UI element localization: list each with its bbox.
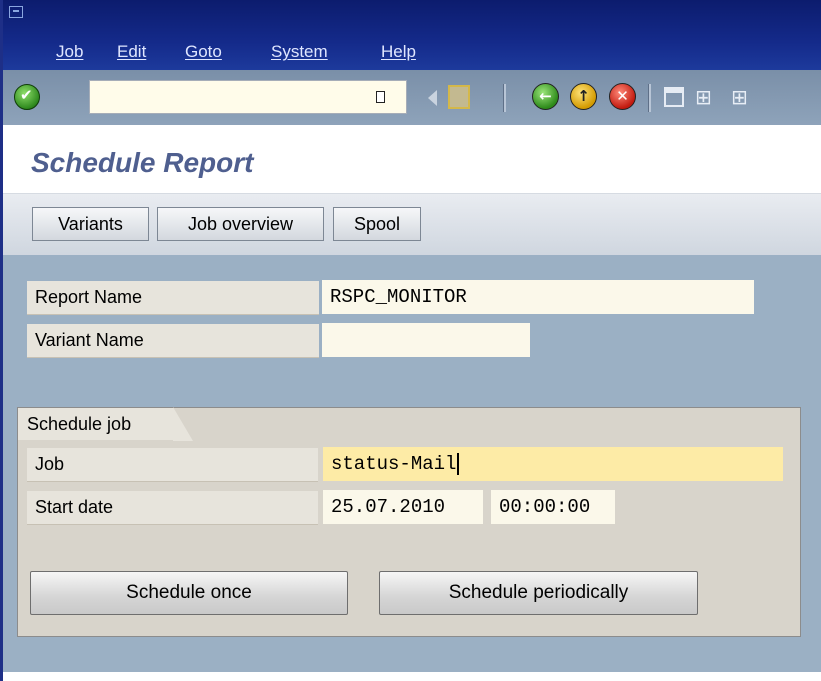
tab-slant: [173, 407, 193, 441]
system-menu-icon[interactable]: [9, 6, 23, 18]
job-label: Job: [27, 448, 318, 482]
job-field-value: status-Mail: [331, 453, 457, 475]
cancel-icon[interactable]: ✕: [609, 83, 636, 110]
spool-button[interactable]: Spool: [333, 207, 421, 241]
start-date-field[interactable]: 25.07.2010: [323, 490, 483, 524]
title-area: Schedule Report: [3, 125, 821, 193]
toolbar-separator: [648, 84, 651, 112]
sap-window: Job Edit Goto System Help ← ↑ ✕ ⊞ ⊞ Sche…: [0, 0, 821, 681]
report-name-field[interactable]: RSPC_MONITOR: [322, 280, 754, 314]
exit-icon[interactable]: ↑: [570, 83, 597, 110]
sap-gui: Job Edit Goto System Help ← ↑ ✕ ⊞ ⊞ Sche…: [3, 0, 821, 672]
schedule-periodically-button[interactable]: Schedule periodically: [379, 571, 698, 615]
enter-icon[interactable]: [14, 84, 40, 110]
schedule-once-button[interactable]: Schedule once: [30, 571, 348, 615]
text-caret: [457, 452, 460, 475]
save-icon[interactable]: [448, 85, 470, 109]
back-triangle-icon[interactable]: [428, 90, 437, 106]
toolbar-separator: [503, 84, 506, 112]
menu-edit[interactable]: Edit: [117, 42, 146, 62]
start-date-label: Start date: [27, 491, 318, 525]
job-overview-button[interactable]: Job overview: [157, 207, 324, 241]
find-next-icon[interactable]: ⊞: [731, 86, 753, 108]
menu-help[interactable]: Help: [381, 42, 416, 62]
command-field-dropdown-icon[interactable]: [376, 91, 385, 103]
variants-button[interactable]: Variants: [32, 207, 149, 241]
page-title: Schedule Report: [31, 147, 254, 178]
menu-system[interactable]: System: [271, 42, 328, 62]
schedule-job-group: Schedule job Job status-Mail Start date …: [17, 407, 801, 637]
report-name-label: Report Name: [27, 281, 319, 315]
variant-name-label: Variant Name: [27, 324, 319, 358]
menu-goto[interactable]: Goto: [185, 42, 222, 62]
standard-toolbar: ← ↑ ✕ ⊞ ⊞: [3, 70, 821, 125]
command-field[interactable]: [89, 80, 407, 114]
application-toolbar: Variants Job overview Spool: [3, 193, 821, 256]
menu-job[interactable]: Job: [56, 42, 83, 62]
find-icon[interactable]: ⊞: [695, 86, 717, 108]
print-icon[interactable]: [664, 87, 684, 107]
main-content: Report Name RSPC_MONITOR Variant Name Sc…: [3, 255, 821, 672]
schedule-job-tab-label: Schedule job: [18, 408, 173, 440]
job-field[interactable]: status-Mail: [323, 447, 783, 481]
menu-bar: Job Edit Goto System Help: [3, 0, 821, 70]
variant-name-field[interactable]: [322, 323, 530, 357]
back-icon[interactable]: ←: [532, 83, 559, 110]
start-time-field[interactable]: 00:00:00: [491, 490, 615, 524]
